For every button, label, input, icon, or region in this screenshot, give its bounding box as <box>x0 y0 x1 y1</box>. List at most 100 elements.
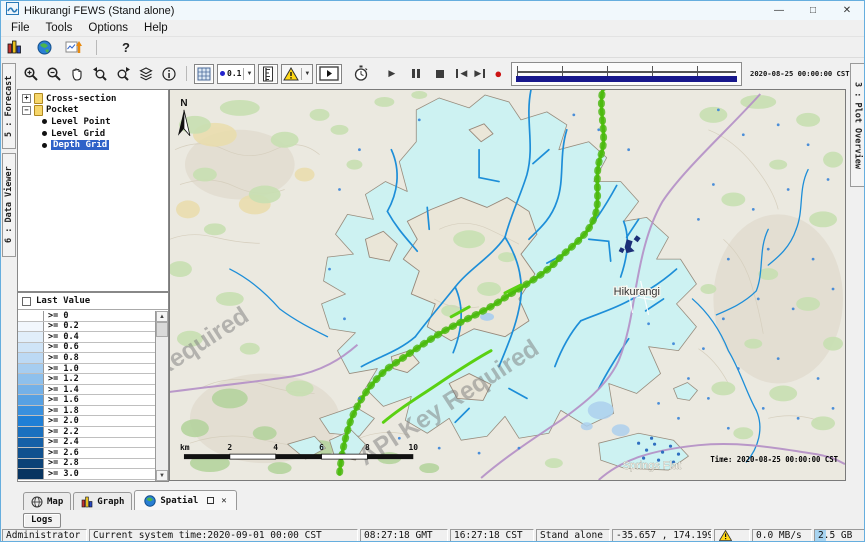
legend-row[interactable]: >= 2.2 <box>18 427 155 438</box>
legend-color-swatch <box>18 395 44 405</box>
toolbar-separator <box>96 40 97 55</box>
menu-file[interactable]: File <box>3 21 38 35</box>
explorer-icon[interactable] <box>5 37 25 57</box>
legend-row-label: >= 0.4 <box>44 332 79 342</box>
legend-row[interactable]: >= 2.0 <box>18 416 155 427</box>
grid-display-button[interactable] <box>194 64 214 84</box>
legend-row[interactable]: >= 2.4 <box>18 438 155 449</box>
legend-color-swatch <box>18 311 44 321</box>
contour-interval-dropdown[interactable]: 0.1 ▼ <box>217 64 255 84</box>
legend-color-swatch <box>18 416 44 426</box>
menu-tools[interactable]: Tools <box>38 21 81 35</box>
minimize-button[interactable]: — <box>762 1 796 20</box>
legend-color-swatch <box>18 385 44 395</box>
marker-dot-icon <box>220 71 225 76</box>
menu-help[interactable]: Help <box>136 21 176 35</box>
record-button[interactable]: ● <box>494 66 502 81</box>
step-forward-button[interactable]: ▶ <box>472 66 487 82</box>
tree-node-cross-section[interactable]: + Cross-section <box>18 93 168 105</box>
legend-row-label: >= 3.0 <box>44 469 79 479</box>
menu-options[interactable]: Options <box>80 21 136 35</box>
help-button[interactable]: ? <box>122 40 130 55</box>
layers-button[interactable] <box>136 64 156 84</box>
stop-button[interactable] <box>432 66 447 82</box>
tab-forecast[interactable]: 5 : Forecast <box>2 63 16 149</box>
animation-button[interactable] <box>316 64 342 84</box>
status-bar: Administrator Current system time:2020-0… <box>1 529 864 542</box>
collapse-icon[interactable]: − <box>22 106 31 115</box>
map-viewport[interactable]: API Key Required API Key Required Hikura… <box>169 89 846 481</box>
zoom-previous-button[interactable] <box>90 64 110 84</box>
legend-color-swatch <box>18 469 44 479</box>
tree-node-depth-grid[interactable]: Depth Grid <box>18 139 168 151</box>
menu-bar: File Tools Options Help <box>1 20 864 37</box>
tab-spatial-label: Spatial <box>160 496 198 506</box>
tab-spatial[interactable]: Spatial ✕ <box>134 490 236 510</box>
expand-icon[interactable]: + <box>22 94 31 103</box>
svg-text:10: 10 <box>408 443 418 452</box>
play-button[interactable]: ▶ <box>384 66 399 82</box>
globe-icon[interactable] <box>34 37 54 57</box>
status-warning[interactable] <box>714 529 750 542</box>
legend-row[interactable]: >= 0.4 <box>18 332 155 343</box>
legend-row-label: >= 0.2 <box>44 322 79 332</box>
legend-row[interactable]: >= 2.8 <box>18 459 155 470</box>
legend-row[interactable]: >= 0.8 <box>18 353 155 364</box>
title-bar: Hikurangi FEWS (Stand alone) — □ ✕ <box>1 1 864 20</box>
legend-color-swatch <box>18 353 44 363</box>
close-button[interactable]: ✕ <box>830 1 864 20</box>
bullet-icon <box>42 143 47 148</box>
status-coordinates: -35.657 , 174.199 <box>612 529 712 542</box>
folder-icon <box>34 105 43 116</box>
legend-row[interactable]: >= 2.6 <box>18 448 155 459</box>
scroll-up-icon[interactable]: ▲ <box>156 311 168 322</box>
maximize-button[interactable]: □ <box>796 1 830 20</box>
place-label-springs-flat: Springs Flat <box>623 460 681 472</box>
zoom-out-button[interactable] <box>44 64 64 84</box>
gauge-scale-button[interactable] <box>258 64 278 84</box>
tab-graph-label: Graph <box>97 497 124 507</box>
maximize-panel-icon[interactable] <box>207 497 214 504</box>
legend-row[interactable]: >= 1.0 <box>18 364 155 375</box>
tab-map[interactable]: Map <box>23 492 71 510</box>
zoom-next-button[interactable] <box>113 64 133 84</box>
legend-row[interactable]: >= 1.6 <box>18 395 155 406</box>
legend-row[interactable]: >= 0.2 <box>18 322 155 333</box>
svg-text:4: 4 <box>273 443 278 452</box>
tree-node-level-grid[interactable]: Level Grid <box>18 128 168 140</box>
thresholds-dropdown[interactable]: ▼ <box>281 64 313 84</box>
legend-row-label: >= 2.0 <box>44 416 79 426</box>
legend-scrollbar[interactable]: ▲ ▼ <box>155 311 168 481</box>
scroll-thumb[interactable] <box>156 322 168 337</box>
pan-hand-button[interactable] <box>67 64 87 84</box>
legend-row-label: >= 2.4 <box>44 438 79 448</box>
timeseries-import-icon[interactable] <box>63 37 83 57</box>
timeline-slider[interactable] <box>511 62 742 86</box>
pause-button[interactable] <box>408 66 423 82</box>
info-button[interactable] <box>159 64 179 84</box>
legend-row[interactable]: >= 1.8 <box>18 406 155 417</box>
warning-icon <box>719 530 732 541</box>
zoom-in-button[interactable] <box>21 64 41 84</box>
legend-row-label: >= 1.8 <box>44 406 79 416</box>
legend-row[interactable]: >= 3.0 <box>18 469 155 480</box>
step-forward-icon: ▶ <box>474 68 481 79</box>
tree-node-level-point[interactable]: Level Point <box>18 116 168 128</box>
tree-node-pocket[interactable]: − Pocket <box>18 105 168 117</box>
close-panel-icon[interactable]: ✕ <box>221 496 226 506</box>
legend-row[interactable]: >= 1.2 <box>18 374 155 385</box>
legend-row[interactable]: >= 0 <box>18 311 155 322</box>
step-back-button[interactable]: ◀ <box>454 66 469 82</box>
legend-row[interactable]: >= 1.4 <box>18 385 155 396</box>
scroll-down-icon[interactable]: ▼ <box>156 470 168 481</box>
tab-plot-overview[interactable]: 3 : Plot Overview <box>850 63 865 187</box>
bullet-icon <box>42 119 47 124</box>
legend-row[interactable]: >= 0.6 <box>18 343 155 354</box>
legend-row-label: >= 1.2 <box>44 374 79 384</box>
last-value-checkbox[interactable] <box>22 297 31 306</box>
tab-data-viewer[interactable]: 6 : Data Viewer <box>2 153 16 257</box>
map-canvas: API Key Required API Key Required Hikura… <box>170 90 845 480</box>
tab-graph[interactable]: Graph <box>73 492 132 510</box>
timer-button[interactable] <box>351 64 371 84</box>
logs-button[interactable]: Logs <box>23 513 61 528</box>
